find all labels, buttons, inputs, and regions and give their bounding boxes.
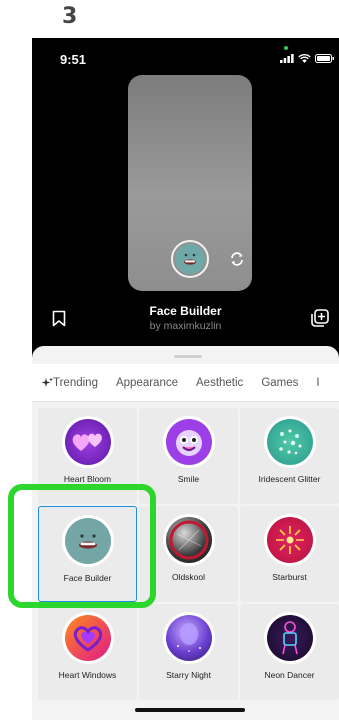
effect-label: Iridescent Glitter <box>258 474 321 484</box>
effect-thumbnail <box>61 416 114 468</box>
wifi-icon <box>298 54 311 63</box>
effect-thumbnail <box>61 612 114 664</box>
flip-camera-button[interactable] <box>226 248 248 270</box>
face-builder-icon <box>175 244 205 274</box>
effect-info: Face Builder by maximkuzlin <box>32 304 339 332</box>
neon-dancer-icon <box>266 615 313 661</box>
sheet-drag-handle[interactable] <box>174 355 202 358</box>
effect-label: Starry Night <box>166 670 211 680</box>
tab-games[interactable]: Games <box>261 377 298 389</box>
tab-for-you[interactable] <box>32 377 53 389</box>
glitter-icon <box>266 419 313 465</box>
effect-thumbnail <box>263 514 316 566</box>
step-number: 3 <box>62 4 78 29</box>
add-to-favorites-icon <box>311 309 329 327</box>
heart-bloom-icon <box>64 419 111 465</box>
effect-creator[interactable]: by maximkuzlin <box>32 320 339 332</box>
capture-button[interactable] <box>171 240 209 278</box>
flip-camera-icon <box>231 252 243 266</box>
effect-thumbnail <box>263 612 316 664</box>
status-time: 9:51 <box>60 52 87 67</box>
effect-label: Oldskool <box>171 572 206 582</box>
effect-thumbnail <box>162 416 215 468</box>
effect-thumbnail <box>263 416 316 468</box>
starry-night-icon <box>165 615 212 661</box>
heart-windows-icon <box>64 615 111 661</box>
effect-card-neon-dancer[interactable]: Neon Dancer <box>240 604 339 700</box>
home-indicator <box>135 708 245 712</box>
tutorial-highlight-box <box>8 484 156 608</box>
effect-thumbnail <box>162 612 215 664</box>
effect-card-starry-night[interactable]: Starry Night <box>139 604 238 700</box>
effect-label: Heart Bloom <box>63 474 112 484</box>
sparkle-icon <box>41 377 53 387</box>
effect-label: Heart Windows <box>58 670 117 680</box>
status-icons <box>280 54 335 63</box>
tab-trending[interactable]: Trending <box>53 377 98 389</box>
starburst-icon <box>266 517 313 563</box>
effect-label: Starburst <box>272 572 307 582</box>
effect-title: Face Builder <box>149 304 222 318</box>
phone-screen: 9:51 Face Builder by maximkuzlin Trendin… <box>32 38 339 720</box>
effect-card-iridescent-glitter[interactable]: Iridescent Glitter <box>240 408 339 504</box>
effect-thumbnail <box>162 514 215 566</box>
oldskool-icon <box>165 517 212 563</box>
add-effect-button[interactable] <box>311 309 329 327</box>
effect-card-heart-windows[interactable]: Heart Windows <box>38 604 137 700</box>
tab-appearance[interactable]: Appearance <box>116 377 178 389</box>
smile-icon <box>165 419 212 465</box>
category-tabs: Trending Appearance Aesthetic Games I <box>32 364 339 402</box>
effect-card-starburst[interactable]: Starburst <box>240 506 339 602</box>
camera-in-use-dot <box>284 46 288 50</box>
tab-more[interactable]: I <box>316 377 324 389</box>
effect-label: Smile <box>177 474 200 484</box>
effect-label: Neon Dancer <box>264 670 315 680</box>
signal-icon <box>280 54 294 63</box>
tab-aesthetic[interactable]: Aesthetic <box>196 377 243 389</box>
battery-icon <box>315 54 334 63</box>
